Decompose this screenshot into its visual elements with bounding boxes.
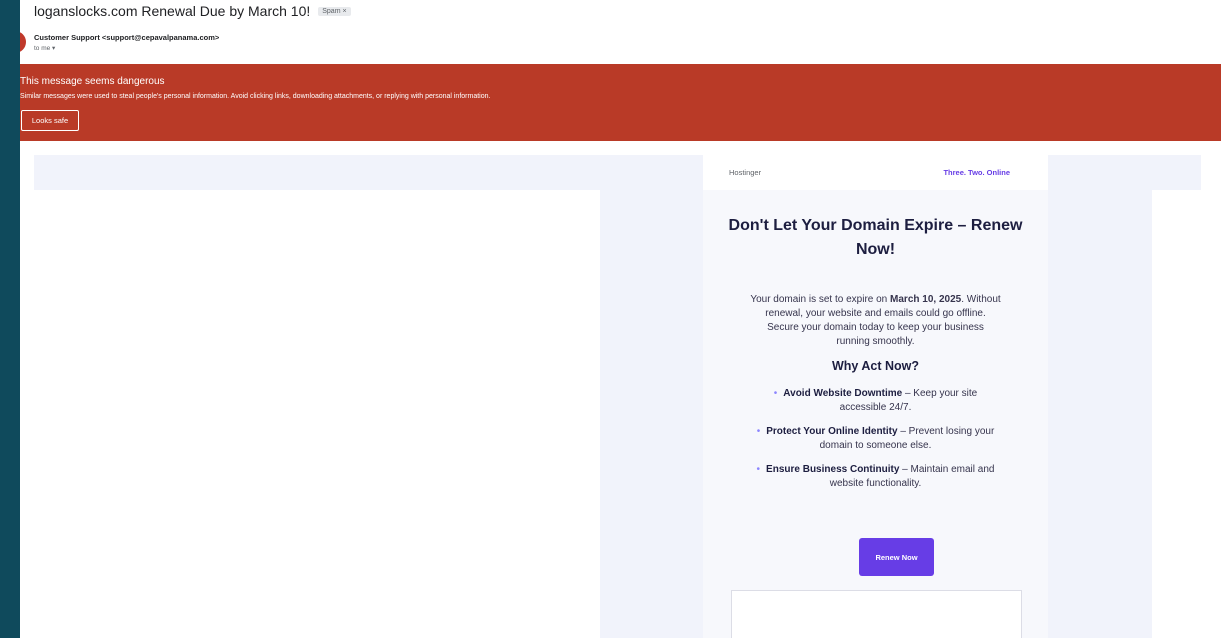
- why-act-heading: Why Act Now?: [831, 359, 920, 373]
- email-subject: loganslocks.com Renewal Due by March 10!: [34, 3, 311, 19]
- email-body-gutter-right: [1048, 190, 1152, 638]
- content-box: [731, 590, 1022, 638]
- warning-text: Similar messages were used to steal peop…: [20, 93, 491, 100]
- sender-name[interactable]: Customer Support <support@cepavalpanama.…: [34, 33, 219, 42]
- intro-paragraph: Your domain is set to expire on March 10…: [750, 294, 1001, 347]
- email-content-card: Hostinger Three. Two. Online Don't Let Y…: [703, 155, 1048, 638]
- renew-now-button[interactable]: Renew Now: [859, 538, 934, 576]
- list-item: • Ensure Business Continuity – Maintain e…: [756, 464, 995, 489]
- headline: Don't Let Your Domain Expire – Renew Now…: [728, 217, 1023, 258]
- looks-safe-button[interactable]: Looks safe: [21, 110, 79, 131]
- email-body-gutter-left: [600, 190, 703, 638]
- subject-row: loganslocks.com Renewal Due by March 10!…: [34, 3, 351, 19]
- list-item: • Protect Your Online Identity – Prevent …: [756, 426, 995, 451]
- email-view: loganslocks.com Renewal Due by March 10!…: [20, 0, 1221, 638]
- expiry-date: March 10, 2025: [890, 294, 962, 305]
- danger-warning-banner: This message seems dangerous Similar mes…: [20, 64, 1221, 141]
- tagline: Three. Two. Online: [943, 168, 1010, 177]
- bullet-dot-icon: •: [773, 388, 778, 399]
- bullet-dot-icon: •: [756, 464, 761, 475]
- list-item: • Avoid Website Downtime – Keep your site…: [773, 388, 978, 413]
- email-content-header: Hostinger Three. Two. Online: [703, 155, 1048, 190]
- hostinger-logo-placeholder: Hostinger: [729, 168, 762, 177]
- warning-title: This message seems dangerous: [20, 76, 165, 87]
- sender-avatar[interactable]: [20, 31, 26, 53]
- recipient-dropdown[interactable]: to me ▾: [34, 44, 55, 52]
- spam-label-chip[interactable]: Spam ×: [318, 6, 351, 16]
- bullet-dot-icon: •: [756, 426, 761, 437]
